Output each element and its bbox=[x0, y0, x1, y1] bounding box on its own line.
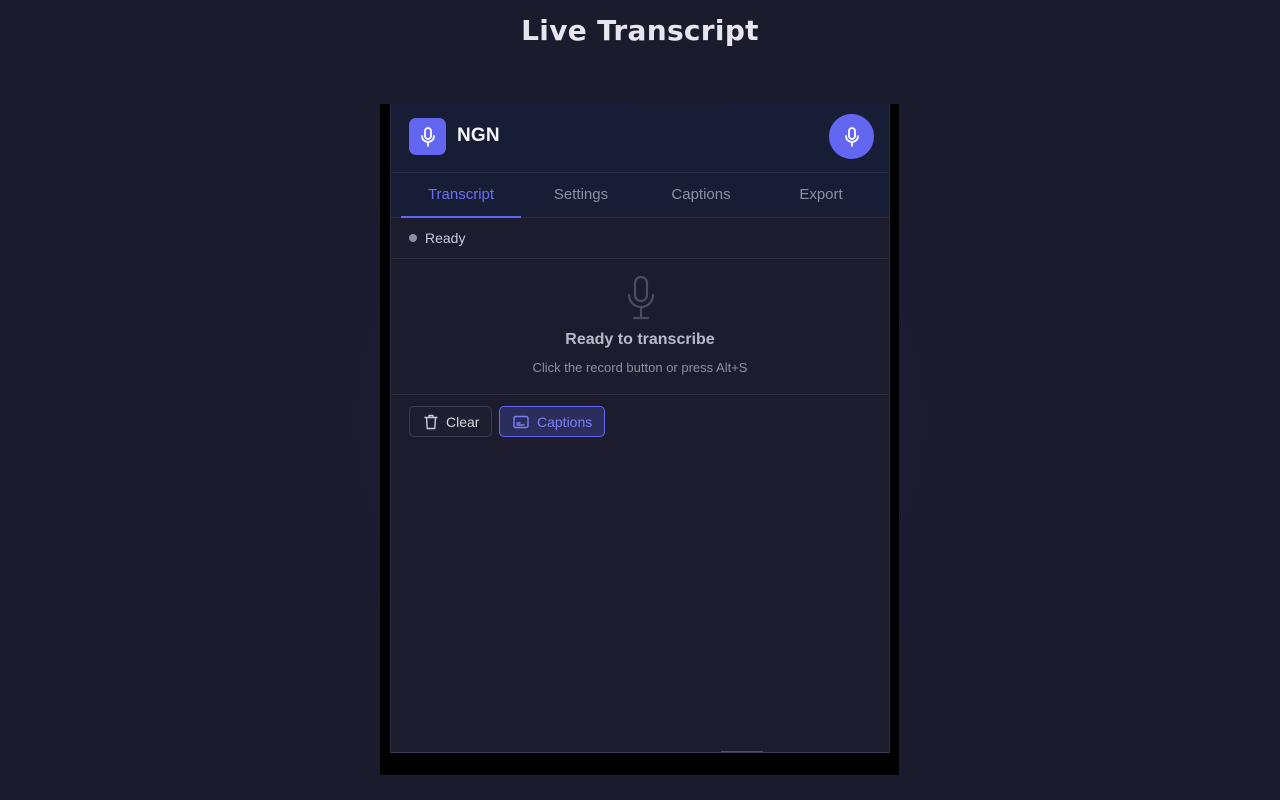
page-title: Live Transcript bbox=[521, 14, 759, 47]
captions-button-label: Captions bbox=[537, 413, 593, 430]
status-text: Ready bbox=[425, 230, 466, 246]
microphone-icon bbox=[418, 126, 438, 148]
trash-icon bbox=[424, 414, 438, 430]
empty-state-title: Ready to transcribe bbox=[565, 331, 715, 348]
captions-icon bbox=[513, 415, 529, 429]
scrollbar-thumb[interactable] bbox=[721, 751, 763, 752]
app-logo bbox=[409, 118, 446, 155]
status-indicator-dot bbox=[409, 234, 417, 242]
app-name: NGN bbox=[457, 125, 500, 146]
empty-state-hint: Click the record button or press Alt+S bbox=[532, 360, 748, 375]
tab-captions[interactable]: Captions bbox=[641, 173, 761, 217]
status-bar: Ready bbox=[391, 218, 889, 259]
empty-transcript-state: Ready to transcribe Click the record but… bbox=[391, 259, 889, 395]
tab-settings[interactable]: Settings bbox=[521, 173, 641, 217]
microphone-icon bbox=[842, 126, 862, 148]
tab-bar: Transcript Settings Captions Export bbox=[391, 173, 889, 218]
microphone-icon bbox=[624, 275, 658, 323]
tab-transcript[interactable]: Transcript bbox=[401, 173, 521, 218]
record-button[interactable] bbox=[829, 114, 874, 159]
clear-button-label: Clear bbox=[446, 413, 480, 430]
extension-popup-frame: NGN Transcript Settings Captions Export … bbox=[380, 104, 899, 775]
captions-toggle-button[interactable]: Captions bbox=[499, 406, 605, 437]
app-header: NGN bbox=[391, 104, 889, 173]
tab-export[interactable]: Export bbox=[761, 173, 881, 217]
transcript-panel: NGN Transcript Settings Captions Export … bbox=[390, 104, 890, 753]
clear-button[interactable]: Clear bbox=[409, 406, 492, 437]
